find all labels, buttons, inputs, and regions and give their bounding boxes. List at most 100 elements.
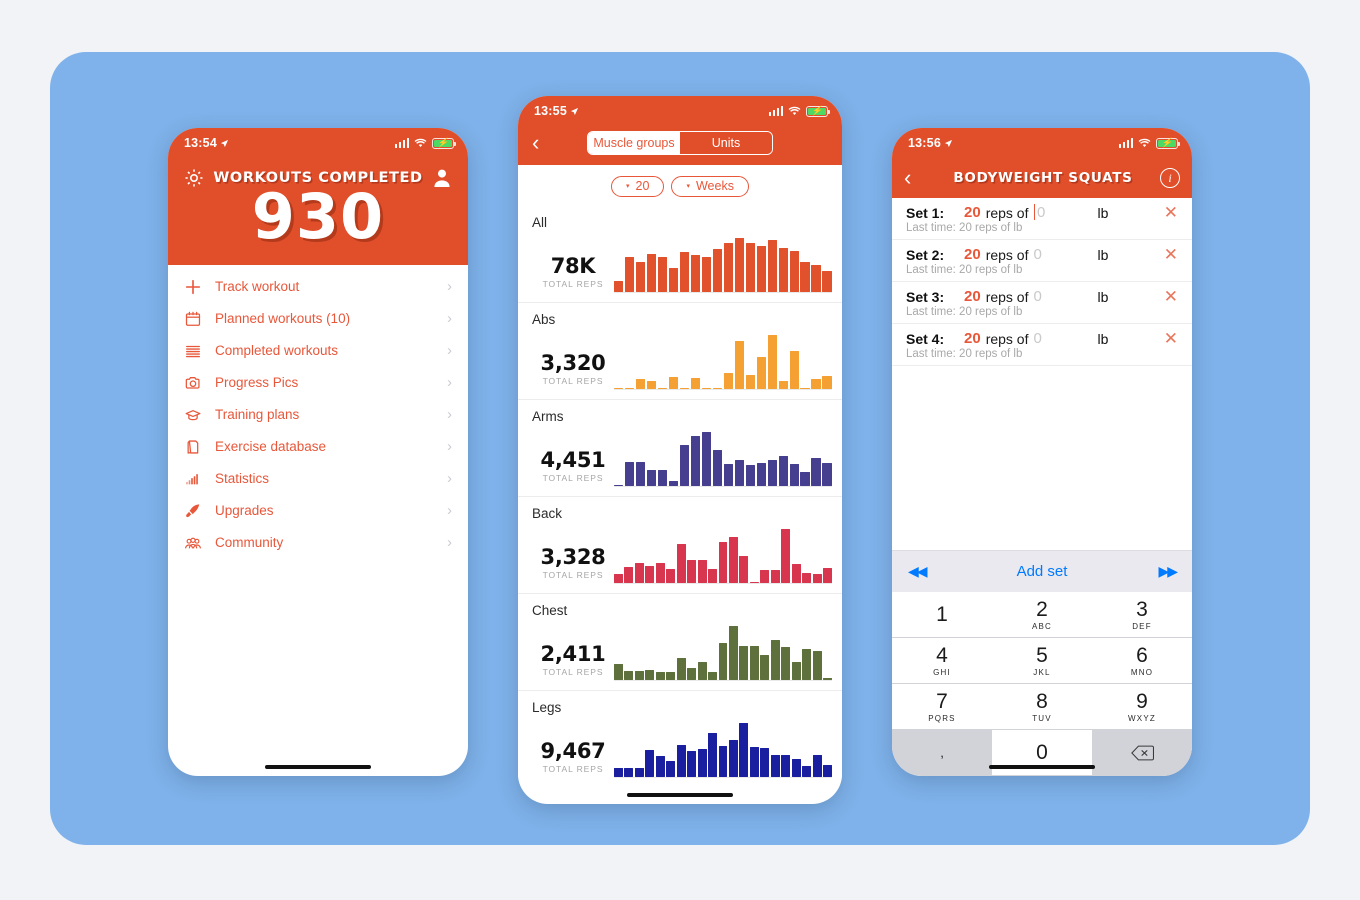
- key-comma[interactable]: ,: [892, 730, 992, 776]
- tab-muscle-groups[interactable]: Muscle groups: [588, 132, 680, 154]
- chart-bar: [676, 657, 686, 680]
- chart-bar: [646, 381, 657, 389]
- back-button[interactable]: ‹: [904, 167, 926, 189]
- muscle-group-abs[interactable]: Abs 3,320 TOTAL REPS: [518, 302, 842, 399]
- chart-bar: [767, 460, 778, 486]
- person-icon[interactable]: [430, 166, 454, 190]
- key-7[interactable]: 7 PQRS: [892, 684, 992, 730]
- muscle-group-legs[interactable]: Legs 9,467 TOTAL REPS: [518, 690, 842, 787]
- key-4[interactable]: 4 GHI: [892, 638, 992, 684]
- signal-icon: [1118, 138, 1133, 148]
- menu-item-statistics[interactable]: Statistics ›: [168, 463, 468, 495]
- close-icon[interactable]: ✕: [1164, 288, 1178, 305]
- chevron-right-icon: ›: [447, 470, 452, 488]
- filter-count-pill[interactable]: ▾ 20: [611, 176, 665, 197]
- key-9[interactable]: 9 WXYZ: [1092, 684, 1192, 730]
- total-reps-caption: TOTAL REPS: [542, 473, 604, 483]
- chart-bar: [778, 247, 788, 292]
- chart-bar: [701, 388, 712, 389]
- calendar-icon: [183, 309, 202, 328]
- reps-input[interactable]: 20: [964, 288, 981, 305]
- reps-input[interactable]: 20: [964, 330, 981, 347]
- key-3[interactable]: 3 DEF: [1092, 592, 1192, 638]
- backspace-icon[interactable]: [1092, 730, 1192, 776]
- stats-scroll-area[interactable]: ▾ 20 ▾ Weeks All 78K TOTAL REPS Abs 3,320 TOT…: [518, 165, 842, 800]
- chart-bar: [624, 462, 635, 486]
- chart-bar: [756, 357, 767, 389]
- key-2[interactable]: 2 ABC: [992, 592, 1092, 638]
- key-8[interactable]: 8 TUV: [992, 684, 1092, 730]
- graduation-cap-icon: [183, 405, 202, 424]
- chart-bar: [718, 642, 728, 680]
- muscle-group-list: All 78K TOTAL REPS Abs 3,320 TOTAL REPS Arms 4,…: [518, 206, 842, 787]
- workouts-completed-count: 930: [251, 180, 385, 253]
- sparkline-chart: [614, 429, 832, 487]
- chart-bar: [791, 759, 801, 777]
- menu-item-completed-workouts[interactable]: Completed workouts ›: [168, 335, 468, 367]
- tab-units[interactable]: Units: [680, 132, 772, 154]
- menu-item-progress-pics[interactable]: Progress Pics ›: [168, 367, 468, 399]
- key-6[interactable]: 6 MNO: [1092, 638, 1192, 684]
- chart-bar: [739, 556, 749, 583]
- close-icon[interactable]: ✕: [1164, 204, 1178, 221]
- close-icon[interactable]: ✕: [1164, 330, 1178, 347]
- gear-icon[interactable]: [182, 166, 206, 190]
- filter-period-pill[interactable]: ▾ Weeks: [671, 176, 749, 197]
- menu-item-upgrades[interactable]: Upgrades ›: [168, 495, 468, 527]
- chart-bar: [745, 375, 756, 389]
- status-time: 13:54: [184, 136, 217, 150]
- chart-bar: [802, 648, 812, 680]
- info-icon[interactable]: i: [1160, 168, 1180, 188]
- muscle-group-chest[interactable]: Chest 2,411 TOTAL REPS: [518, 593, 842, 690]
- weight-input[interactable]: 0: [1034, 330, 1094, 347]
- key-1[interactable]: 1: [892, 592, 992, 638]
- status-bar: 13:55 ⚡: [518, 96, 842, 126]
- chart-bar: [645, 750, 655, 777]
- menu-item-community[interactable]: Community ›: [168, 527, 468, 559]
- key-number: 6: [1136, 643, 1148, 667]
- phone-exercise-entry: 13:56 ⚡ ‹ BODYWEIGHT SQUATS i Set 1: 20 re…: [892, 128, 1192, 776]
- weight-input[interactable]: 0: [1034, 288, 1094, 305]
- muscle-group-all[interactable]: All 78K TOTAL REPS: [518, 206, 842, 302]
- next-field-button[interactable]: ▶▶: [1158, 563, 1177, 580]
- menu-item-exercise-database[interactable]: Exercise database ›: [168, 431, 468, 463]
- chart-bar: [687, 667, 697, 680]
- muscle-group-back[interactable]: Back 3,328 TOTAL REPS: [518, 496, 842, 593]
- close-icon[interactable]: ✕: [1164, 246, 1178, 263]
- menu-item-training-plans[interactable]: Training plans ›: [168, 399, 468, 431]
- muscle-group-arms[interactable]: Arms 4,451 TOTAL REPS: [518, 399, 842, 496]
- chevron-right-icon: ›: [447, 406, 452, 424]
- menu-item-label: Exercise database: [215, 439, 327, 455]
- chart-bar: [767, 335, 778, 389]
- chart-bar: [712, 388, 723, 389]
- chart-bar: [778, 381, 788, 389]
- add-set-button[interactable]: Add set: [1017, 563, 1068, 580]
- reps-input[interactable]: 20: [964, 246, 981, 263]
- chart-bar: [614, 574, 623, 583]
- previous-field-button[interactable]: ◀◀: [908, 563, 927, 580]
- last-time-label: Last time: 20 reps of lb: [906, 306, 1023, 318]
- chart-bar: [800, 261, 810, 292]
- weight-unit: lb: [1097, 246, 1109, 263]
- set-row[interactable]: Set 2: 20 reps of 0 lb ✕ Last time: 20 reps of…: [892, 240, 1192, 282]
- menu-item-track-workout[interactable]: Track workout ›: [168, 271, 468, 303]
- weight-unit: lb: [1097, 330, 1109, 347]
- set-row[interactable]: Set 1: 20 reps of 0 lb ✕ Last time: 20 reps of…: [892, 198, 1192, 240]
- key-number: 0: [1036, 740, 1048, 764]
- weight-input[interactable]: 0: [1033, 204, 1094, 221]
- chart-bar: [679, 388, 690, 389]
- chart-bar: [800, 388, 810, 389]
- rocket-icon: [183, 501, 202, 520]
- menu-item-planned-workouts[interactable]: Planned workouts (10) ›: [168, 303, 468, 335]
- weight-input[interactable]: 0: [1034, 246, 1094, 263]
- set-row[interactable]: Set 3: 20 reps of 0 lb ✕ Last time: 20 reps of…: [892, 282, 1192, 324]
- key-5[interactable]: 5 JKL: [992, 638, 1092, 684]
- reps-input[interactable]: 20: [964, 204, 981, 221]
- set-row[interactable]: Set 4: 20 reps of 0 lb ✕ Last time: 20 reps of…: [892, 324, 1192, 366]
- muscle-group-name: Back: [532, 506, 563, 521]
- chart-bar: [811, 457, 821, 486]
- chart-bar: [666, 761, 676, 777]
- chart-bar: [687, 751, 697, 777]
- plus-icon: [183, 277, 202, 296]
- back-button[interactable]: ‹: [532, 132, 554, 154]
